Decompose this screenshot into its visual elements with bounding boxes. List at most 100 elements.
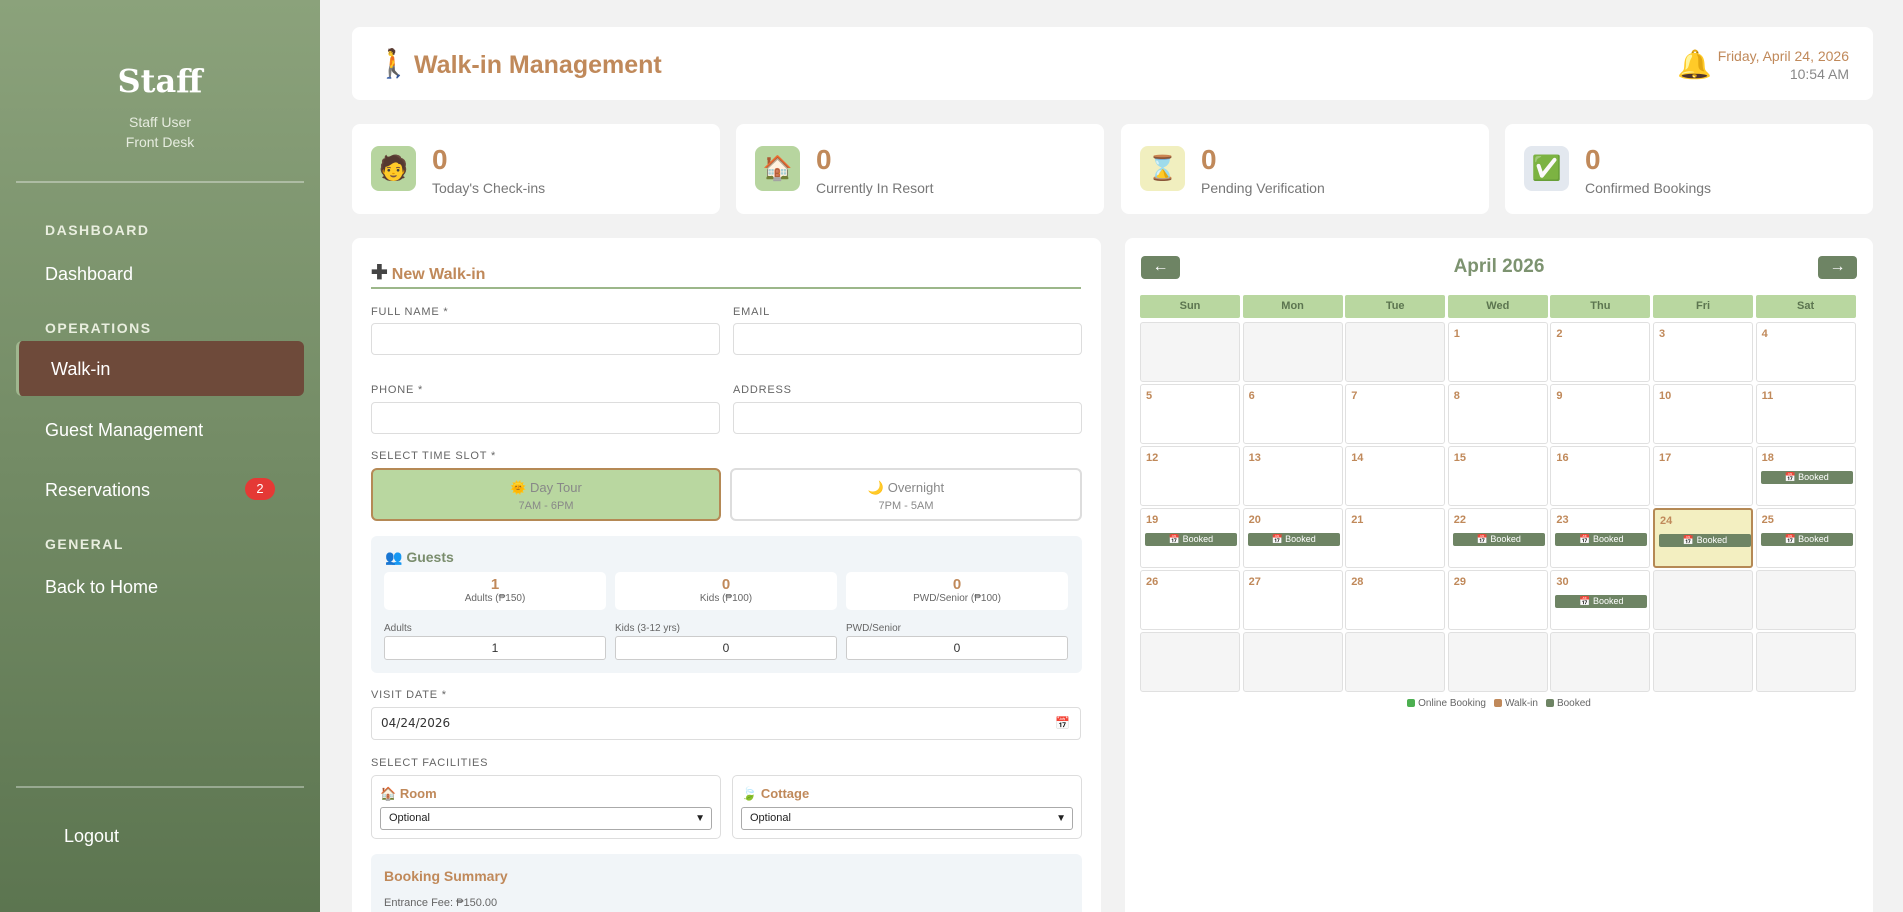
- calendar-day[interactable]: 9: [1550, 384, 1651, 444]
- day-number: 16: [1556, 452, 1569, 464]
- visit-date-label: VISIT DATE *: [371, 689, 447, 701]
- prev-month-button[interactable]: ←: [1141, 256, 1180, 279]
- booked-tag[interactable]: 📅 Booked: [1555, 595, 1648, 608]
- calendar-day[interactable]: 2: [1550, 322, 1651, 382]
- booked-tag[interactable]: 📅 Booked: [1247, 533, 1340, 546]
- booked-tag[interactable]: 📅 Booked: [1760, 533, 1853, 546]
- date-time: Friday, April 24, 2026 10:54 AM: [1718, 47, 1849, 83]
- calendar-day[interactable]: 5: [1140, 384, 1240, 444]
- form-title-underline: [371, 287, 1081, 289]
- calendar-day[interactable]: 20 📅 Booked: [1242, 508, 1343, 568]
- visit-date-input[interactable]: 04/24/2026 📅: [371, 707, 1081, 740]
- cottage-select[interactable]: Optional ▼: [741, 807, 1073, 830]
- sidebar-item-walkin[interactable]: Walk-in: [16, 341, 304, 396]
- calendar-day[interactable]: 10: [1653, 384, 1753, 444]
- day-number: 22: [1453, 514, 1467, 526]
- booked-tag[interactable]: 📅 Booked: [1760, 471, 1853, 484]
- weekday-header: Sat: [1755, 295, 1856, 318]
- day-number: 13: [1248, 452, 1261, 464]
- full-name-input[interactable]: [371, 323, 720, 355]
- day-number: 17: [1659, 452, 1672, 464]
- address-input[interactable]: [733, 402, 1082, 434]
- new-walkin-form: ✚ New Walk-in FULL NAME * EMAIL PHONE * A…: [352, 238, 1101, 912]
- calendar-day[interactable]: 12: [1140, 446, 1240, 506]
- calendar-day[interactable]: 27: [1242, 570, 1343, 630]
- page-title: Walk-in Management: [414, 51, 662, 79]
- calendar-icon[interactable]: 📅: [1055, 708, 1070, 739]
- day-number: 25: [1761, 514, 1774, 526]
- kids-summary-label: Kids (₱100): [699, 593, 753, 604]
- sidebar-item-reservations[interactable]: Reservations: [45, 480, 150, 501]
- calendar-day[interactable]: 25 📅 Booked: [1755, 508, 1856, 568]
- phone-input[interactable]: [371, 402, 720, 434]
- calendar-empty-cell: [1140, 322, 1240, 382]
- email-input[interactable]: [733, 323, 1082, 355]
- brand-title: Staff: [117, 62, 203, 100]
- moon-icon: 🌙: [867, 480, 885, 495]
- calendar-day[interactable]: 15: [1447, 446, 1548, 506]
- visit-date-value: 04/24/2026: [381, 716, 451, 730]
- chevron-down-icon: ▼: [695, 813, 705, 824]
- sidebar-divider-bottom: [16, 786, 304, 788]
- page-header: 🚶 Walk-in Management 🔔 Friday, April 24,…: [352, 27, 1873, 100]
- day-number: 20: [1248, 514, 1261, 526]
- booked-tag[interactable]: 📅 Booked: [1659, 534, 1751, 547]
- calendar-day[interactable]: 18 📅 Booked: [1755, 446, 1856, 506]
- calendar-day[interactable]: 19 📅 Booked: [1140, 508, 1240, 568]
- calendar-day[interactable]: 4: [1755, 322, 1856, 382]
- day-number: 2: [1556, 328, 1563, 340]
- sidebar-item-guest-management[interactable]: Guest Management: [45, 420, 203, 441]
- calendar-day[interactable]: 11: [1755, 384, 1856, 444]
- day-number: 23: [1556, 514, 1569, 526]
- kids-input[interactable]: 0: [615, 636, 837, 660]
- calendar-day[interactable]: 30 📅 Booked: [1550, 570, 1651, 630]
- pwd-input[interactable]: 0: [846, 636, 1068, 660]
- calendar-day[interactable]: 28: [1345, 570, 1446, 630]
- calendar-day[interactable]: 17: [1653, 446, 1753, 506]
- time-slot-label: SELECT TIME SLOT *: [371, 450, 497, 462]
- day-number: 26: [1146, 576, 1159, 588]
- calendar-day[interactable]: 22 📅 Booked: [1447, 508, 1548, 568]
- booked-tag[interactable]: 📅 Booked: [1452, 533, 1545, 546]
- calendar-empty-cell: [1140, 632, 1240, 692]
- calendar-day[interactable]: 1: [1447, 322, 1548, 382]
- weekday-header: Wed: [1447, 295, 1548, 318]
- calendar-day[interactable]: 6: [1242, 384, 1343, 444]
- bell-icon[interactable]: 🔔: [1677, 48, 1712, 81]
- room-select-value: Optional: [389, 812, 430, 824]
- booked-tag[interactable]: 📅 Booked: [1555, 533, 1648, 546]
- calendar-day[interactable]: 23 📅 Booked: [1550, 508, 1651, 568]
- sidebar-item-dashboard[interactable]: Dashboard: [45, 264, 133, 285]
- room-select[interactable]: Optional ▼: [380, 807, 712, 830]
- calendar-day[interactable]: 8: [1447, 384, 1548, 444]
- calendar-day[interactable]: 16: [1550, 446, 1651, 506]
- calendar-day[interactable]: 26: [1140, 570, 1240, 630]
- calendar-day[interactable]: 29: [1447, 570, 1548, 630]
- check-icon: ✅: [1524, 146, 1569, 191]
- calendar-day[interactable]: 14: [1345, 446, 1446, 506]
- slot-overnight[interactable]: 🌙 Overnight 7PM - 5AM: [730, 468, 1082, 521]
- calendar-day[interactable]: 3: [1653, 322, 1753, 382]
- legend-swatch: [1493, 699, 1502, 707]
- stat-value: 0: [816, 144, 832, 175]
- day-number: 9: [1556, 390, 1563, 402]
- booked-tag[interactable]: 📅 Booked: [1145, 533, 1237, 546]
- adults-input[interactable]: 1: [384, 636, 606, 660]
- next-month-button[interactable]: →: [1818, 256, 1857, 279]
- calendar-day[interactable]: 13: [1242, 446, 1343, 506]
- calendar-day[interactable]: 21: [1345, 508, 1446, 568]
- sidebar-item-back-home[interactable]: Back to Home: [45, 577, 158, 598]
- leaf-icon: 🍃: [741, 786, 758, 801]
- day-number: 15: [1453, 452, 1467, 464]
- legend-item: Booked: [1545, 698, 1591, 709]
- cottage-select-value: Optional: [750, 812, 791, 824]
- adults-summary-label: Adults (₱150): [464, 593, 526, 604]
- pwd-summary-label: PWD/Senior (₱100): [913, 593, 1001, 604]
- logout-button[interactable]: Logout: [64, 826, 119, 847]
- day-number: 5: [1146, 390, 1153, 402]
- calendar-day[interactable]: 24 📅 Booked: [1653, 508, 1753, 568]
- slot-label: Day Tour: [530, 480, 582, 495]
- calendar-day[interactable]: 7: [1345, 384, 1446, 444]
- slot-day-tour[interactable]: 🌞 Day Tour 7AM - 6PM: [371, 468, 721, 521]
- stat-value: 0: [1201, 144, 1217, 175]
